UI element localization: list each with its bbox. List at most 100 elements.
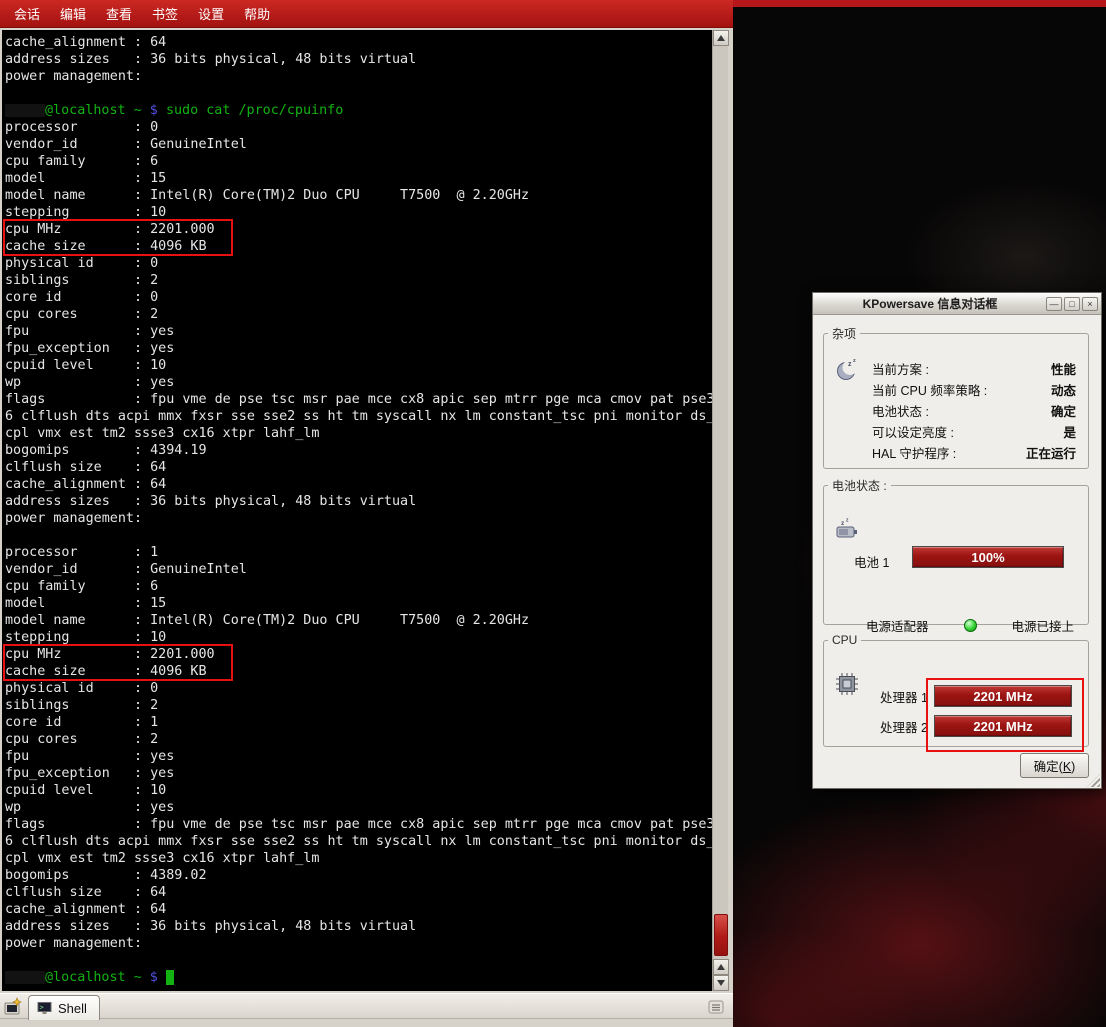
desktop-background: KPowersave 信息对话框 — □ × 杂项 z z (733, 0, 1106, 1027)
dialog-body: 杂项 z z 当前方案 :性能当前 CPU 频率策略 :动态电池状态 :确定可以… (813, 315, 1101, 788)
maximize-button[interactable]: □ (1064, 297, 1080, 311)
screen: 会话编辑查看书签设置帮助 cache_alignment : 64address… (0, 0, 1106, 1027)
terminal-line: cache_alignment : 64 (5, 901, 712, 918)
terminal-window: 会话编辑查看书签设置帮助 cache_alignment : 64address… (0, 0, 733, 1027)
new-session-button[interactable] (2, 996, 24, 1018)
info-row: 电池状态 :确定 (872, 400, 1076, 421)
new-session-icon (3, 997, 23, 1017)
info-row: 可以设定亮度 :是 (872, 421, 1076, 442)
terminal-icon: > (37, 1001, 52, 1015)
terminal-line: @localhost ~ $ (5, 969, 712, 986)
resize-grip[interactable] (1087, 774, 1100, 787)
prompt-host: @localhost ~ (45, 970, 142, 985)
misc-rows: 当前方案 :性能当前 CPU 频率策略 :动态电池状态 :确定可以设定亮度 :是… (872, 358, 1076, 463)
terminal-line: stepping : 10 (5, 629, 712, 646)
terminal-line: model name : Intel(R) Core(TM)2 Duo CPU … (5, 187, 712, 204)
processor-frequency-bar: 2201 MHz (934, 685, 1072, 707)
cpu-group: CPU 处理器 12201 (823, 633, 1089, 747)
terminal-line: cpu cores : 2 (5, 731, 712, 748)
misc-group-title: 杂项 (828, 325, 860, 342)
terminal-line: flags : fpu vme de pse tsc msr pae mce c… (5, 816, 712, 833)
battery-label: 电池 1 (854, 552, 889, 571)
terminal-line: cache_alignment : 64 (5, 34, 712, 51)
terminal-tabbar: > Shell (0, 993, 733, 1019)
kpowersave-icon: z z (834, 356, 860, 387)
menu-item[interactable]: 查看 (96, 1, 142, 26)
tab-label: Shell (58, 1001, 87, 1016)
prompt-symbol: $ (142, 103, 166, 118)
terminal-line: cache size : 4096 KB (5, 663, 712, 680)
misc-group: 杂项 z z 当前方案 :性能当前 CPU 频率策略 :动态电池状态 :确定可以… (823, 325, 1089, 469)
battery-progress-bar: 100% (912, 546, 1064, 568)
terminal-output[interactable]: cache_alignment : 64address sizes : 36 b… (2, 30, 712, 991)
cpu-group-title: CPU (828, 633, 861, 647)
terminal-line: model name : Intel(R) Core(TM)2 Duo CPU … (5, 612, 712, 629)
terminal-line: @localhost ~ $ sudo cat /proc/cpuinfo (5, 102, 712, 119)
close-button[interactable]: × (1082, 297, 1098, 311)
scrollbar-thumb[interactable] (714, 914, 728, 956)
menu-item[interactable]: 会话 (4, 1, 50, 26)
power-led-icon (964, 619, 977, 632)
terminal-line: siblings : 2 (5, 272, 712, 289)
scroll-up-button-bottom[interactable] (713, 959, 729, 975)
dialog-title: KPowersave 信息对话框 (816, 295, 1044, 312)
terminal-line: physical id : 0 (5, 255, 712, 272)
ok-label: 确定( (1034, 760, 1063, 774)
ok-accel: K (1063, 760, 1071, 774)
info-row: HAL 守护程序 :正在运行 (872, 442, 1076, 463)
terminal-line: 6 clflush dts acpi mmx fxsr sse sse2 ss … (5, 833, 712, 850)
terminal-line: processor : 1 (5, 544, 712, 561)
info-value: 动态 (1051, 380, 1076, 399)
terminal-line: cpuid level : 10 (5, 782, 712, 799)
terminal-line: power management: (5, 510, 712, 527)
svg-text:z: z (848, 361, 852, 368)
dialog-titlebar[interactable]: KPowersave 信息对话框 — □ × (813, 293, 1101, 315)
terminal-line: clflush size : 64 (5, 459, 712, 476)
menu-item[interactable]: 帮助 (234, 1, 280, 26)
terminal-line: cache_alignment : 64 (5, 476, 712, 493)
info-label: HAL 守护程序 : (872, 443, 956, 462)
terminal-line: bogomips : 4394.19 (5, 442, 712, 459)
tab-shell[interactable]: > Shell (28, 995, 100, 1020)
desktop-top-strip (733, 0, 1106, 7)
menu-item[interactable]: 设置 (188, 1, 234, 26)
arrow-up-icon (717, 964, 725, 970)
terminal-line: bogomips : 4389.02 (5, 867, 712, 884)
session-list-button[interactable] (705, 996, 727, 1018)
terminal-cursor (166, 970, 174, 985)
prompt-host: @localhost ~ (45, 103, 142, 118)
terminal-scrollbar[interactable] (712, 30, 728, 991)
svg-text:z: z (846, 518, 849, 524)
terminal-menubar: 会话编辑查看书签设置帮助 (0, 0, 733, 28)
terminal-line: cpl vmx est tm2 ssse3 cx16 xtpr lahf_lm (5, 425, 712, 442)
minimize-button[interactable]: — (1046, 297, 1062, 311)
scroll-down-button[interactable] (713, 975, 729, 991)
info-value: 性能 (1051, 359, 1076, 378)
terminal-line: model : 15 (5, 170, 712, 187)
info-row: 当前 CPU 频率策略 :动态 (872, 379, 1076, 400)
battery-group-title: 电池状态 : (828, 477, 891, 494)
svg-text:>: > (40, 1004, 44, 1012)
processor-row: 处理器 12201 MHz (880, 681, 1072, 711)
processor-label: 处理器 2 (880, 717, 934, 736)
terminal-line (5, 527, 712, 544)
terminal-line: vendor_id : GenuineIntel (5, 561, 712, 578)
processor-frequency-bar: 2201 MHz (934, 715, 1072, 737)
terminal-line: fpu_exception : yes (5, 340, 712, 357)
terminal-line: cpu cores : 2 (5, 306, 712, 323)
scroll-up-button[interactable] (713, 30, 729, 46)
terminal-line: cpu MHz : 2201.000 (5, 221, 712, 238)
cpu-icon (834, 671, 860, 702)
processor-row: 处理器 22201 MHz (880, 711, 1072, 741)
terminal-line: fpu_exception : yes (5, 765, 712, 782)
processor-frequency-value: 2201 MHz (973, 689, 1032, 704)
svg-text:z: z (841, 520, 845, 527)
terminal-line (5, 85, 712, 102)
terminal-line: vendor_id : GenuineIntel (5, 136, 712, 153)
terminal-line: cpu family : 6 (5, 153, 712, 170)
menu-item[interactable]: 编辑 (50, 1, 96, 26)
menu-item[interactable]: 书签 (142, 1, 188, 26)
ok-button[interactable]: 确定(K) (1020, 753, 1089, 778)
terminal-line: core id : 0 (5, 289, 712, 306)
terminal-line: power management: (5, 68, 712, 85)
